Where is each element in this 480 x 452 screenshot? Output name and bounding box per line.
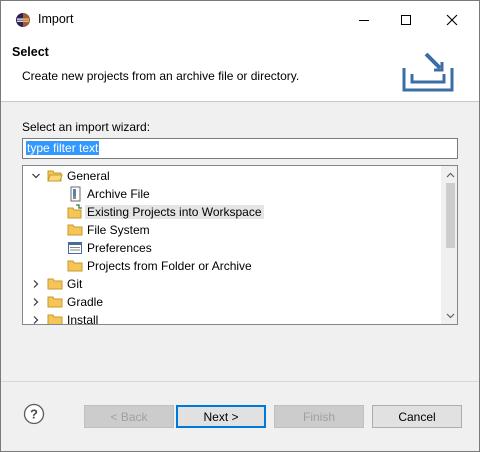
filter-text: type filter text [26,141,100,155]
filter-input[interactable]: type filter text [22,138,458,159]
window-title: Import [38,12,74,26]
title-bar[interactable]: Import [1,1,479,38]
tree-item-label: Preferences [87,241,152,255]
tree-item-label: Archive File [87,187,150,201]
tree-item-label: File System [87,223,150,237]
tree-item-label: Install [67,313,99,325]
tree-item-label: Gradle [67,295,104,309]
import-dialog: Import Select Create new projects from a… [0,0,480,452]
chevron-right-icon[interactable] [31,297,41,307]
cancel-button[interactable]: Cancel [372,405,462,428]
folder-icon [47,314,63,324]
tree-item-existing-projects[interactable]: Existing Projects into Workspace [23,203,441,221]
chevron-right-icon[interactable] [31,279,41,289]
chevron-up-icon [446,172,455,177]
tree-item-archive-file[interactable]: Archive File [23,185,441,203]
folder-icon [67,224,83,236]
existing-projects-icon [67,204,82,219]
page-description: Create new projects from an archive file… [22,69,300,83]
back-button[interactable]: < Back [84,405,174,428]
wizard-label: Select an import wizard: [22,120,151,134]
tree-item-label: Git [67,277,83,291]
folder-open-icon [47,170,63,182]
chevron-down-icon[interactable] [31,171,41,181]
tree-item-general[interactable]: General [23,167,441,185]
help-icon[interactable]: ? [23,403,45,425]
minimize-button[interactable] [341,1,387,38]
tree-item-gradle[interactable]: Gradle [23,293,441,311]
chevron-right-icon[interactable] [31,315,41,325]
wizard-tree[interactable]: General Archive File Existing Projects i… [22,165,458,325]
folder-icon [67,260,83,272]
close-button[interactable] [429,1,475,38]
eclipse-icon [16,13,30,27]
page-title: Select [12,45,49,59]
maximize-icon [401,14,411,25]
preferences-icon [68,242,82,254]
maximize-button[interactable] [383,1,429,38]
folder-icon [47,278,63,290]
scroll-down-button[interactable] [442,307,457,324]
scroll-up-button[interactable] [442,166,457,183]
finish-button[interactable]: Finish [274,405,364,428]
close-icon [446,14,458,25]
minimize-icon [359,19,369,21]
tree-item-file-system[interactable]: File System [23,221,441,239]
tree-item-git[interactable]: Git [23,275,441,293]
footer-divider [1,381,479,382]
tree-item-label: General [67,169,110,183]
svg-text:?: ? [30,407,38,422]
folder-icon [47,296,63,308]
tree-item-projects-from-folder[interactable]: Projects from Folder or Archive [23,257,441,275]
tree-item-label: Projects from Folder or Archive [87,259,252,273]
scrollbar-thumb[interactable] [446,183,455,248]
tree-item-install[interactable]: Install [23,311,441,325]
wizard-banner: Select Create new projects from an archi… [1,38,479,102]
archive-file-icon [70,186,81,202]
next-button[interactable]: Next > [176,405,266,428]
chevron-down-icon [446,313,455,318]
tree-item-label: Existing Projects into Workspace [85,205,264,219]
tree-item-preferences[interactable]: Preferences [23,239,441,257]
tree-scrollbar[interactable] [441,166,457,324]
import-wizard-icon [402,52,454,92]
